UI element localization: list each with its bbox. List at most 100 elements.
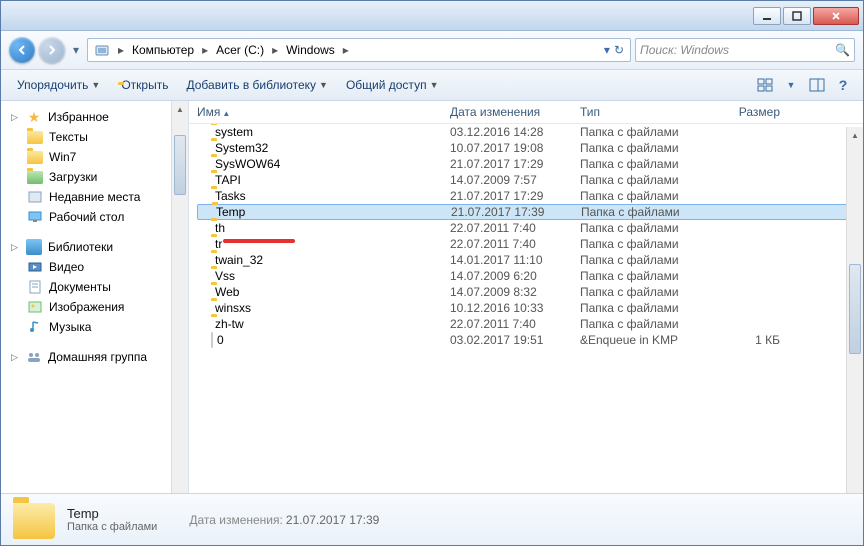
help-button[interactable]: ? [831, 74, 855, 96]
sidebar-item-win7[interactable]: Win7 [1, 147, 188, 167]
expand-icon: ▷ [9, 112, 20, 123]
view-options-button[interactable] [753, 74, 777, 96]
back-button[interactable] [9, 37, 35, 63]
music-icon [27, 319, 43, 335]
sidebar-item-music[interactable]: Музыка [1, 317, 188, 337]
file-row[interactable]: TAPI14.07.2009 7:57Папка с файлами [197, 172, 855, 188]
organize-button[interactable]: Упорядочить▼ [9, 74, 108, 96]
annotation-underline [223, 239, 295, 243]
file-name-cell: th [197, 221, 450, 235]
file-row[interactable]: Web14.07.2009 8:32Папка с файлами [197, 284, 855, 300]
scroll-up-icon[interactable]: ▲ [172, 101, 188, 118]
share-button[interactable]: Общий доступ▼ [338, 74, 447, 96]
scroll-up-icon[interactable]: ▲ [847, 127, 863, 144]
details-pane: Temp Папка с файлами Дата изменения: 21.… [1, 493, 863, 545]
file-row[interactable]: SysWOW6421.07.2017 17:29Папка с файлами [197, 156, 855, 172]
sidebar-item-desktop[interactable]: Рабочий стол [1, 207, 188, 227]
file-date-cell: 21.07.2017 17:29 [450, 157, 580, 171]
file-name-cell: TAPI [197, 173, 450, 187]
minimize-button[interactable] [753, 7, 781, 25]
main-scrollbar[interactable]: ▲ [846, 127, 863, 493]
sidebar-item-videos[interactable]: Видео [1, 257, 188, 277]
refresh-icon[interactable]: ↻ [614, 43, 624, 57]
file-row[interactable]: 003.02.2017 19:51&Enqueue in KMP1 КБ [197, 332, 855, 348]
scroll-thumb[interactable] [849, 264, 861, 354]
recent-icon [27, 189, 43, 205]
view-dropdown[interactable]: ▼ [779, 74, 803, 96]
file-row[interactable]: th22.07.2011 7:40Папка с файлами [197, 220, 855, 236]
file-name-cell: Tasks [197, 189, 450, 203]
file-icon [197, 333, 213, 347]
file-row[interactable]: Temp21.07.2017 17:39Папка с файлами [197, 204, 855, 220]
sidebar-item-pictures[interactable]: Изображения [1, 297, 188, 317]
details-subtitle: Папка с файлами [67, 521, 157, 533]
chevron-down-icon: ▼ [91, 80, 100, 90]
file-name-cell: Web [197, 285, 450, 299]
search-input[interactable]: Поиск: Windows 🔍 [635, 38, 855, 62]
breadcrumb-drive[interactable]: Acer (C:) [212, 39, 268, 61]
sidebar-item-documents[interactable]: Документы [1, 277, 188, 297]
address-dropdown-icon[interactable]: ▾ [604, 43, 610, 57]
folder-icon [197, 317, 211, 331]
address-bar[interactable]: ▸ Компьютер ▸ Acer (C:) ▸ Windows ▸ ▾ ↻ [87, 38, 631, 62]
folder-icon [197, 157, 211, 171]
folder-icon [197, 141, 211, 155]
file-name-cell: SysWOW64 [197, 157, 450, 171]
sidebar-scrollbar[interactable]: ▲ [171, 101, 188, 493]
scroll-thumb[interactable] [174, 135, 186, 195]
file-row[interactable]: twain_3214.01.2017 11:10Папка с файлами [197, 252, 855, 268]
file-row[interactable]: System3210.07.2017 19:08Папка с файлами [197, 140, 855, 156]
breadcrumb-root-icon[interactable] [90, 39, 114, 61]
history-dropdown[interactable]: ▾ [69, 41, 83, 59]
sidebar-item-downloads[interactable]: Загрузки [1, 167, 188, 187]
column-name[interactable]: Имя▲ [197, 105, 450, 119]
titlebar[interactable] [1, 1, 863, 31]
file-type-cell: Папка с файлами [580, 221, 710, 235]
file-type-cell: Папка с файлами [581, 205, 711, 219]
sidebar-item-recent[interactable]: Недавние места [1, 187, 188, 207]
forward-button[interactable] [39, 37, 65, 63]
libraries-icon [26, 239, 42, 255]
folder-icon [198, 205, 212, 219]
preview-pane-button[interactable] [805, 74, 829, 96]
sidebar-item-texts[interactable]: Тексты [1, 127, 188, 147]
file-list-pane: Имя▲ Дата изменения Тип Размер system03.… [189, 101, 863, 493]
search-icon: 🔍 [835, 43, 850, 57]
sidebar-favorites-header[interactable]: ▷★Избранное [1, 107, 188, 127]
file-type-cell: Папка с файлами [580, 253, 710, 267]
file-row[interactable]: system03.12.2016 14:28Папка с файлами [197, 124, 855, 140]
search-placeholder: Поиск: Windows [640, 43, 729, 57]
open-button[interactable]: Открыть [110, 74, 176, 96]
sidebar-homegroup-header[interactable]: ▷Домашняя группа [1, 347, 188, 367]
file-row[interactable]: Vss14.07.2009 6:20Папка с файлами [197, 268, 855, 284]
chevron-right-icon[interactable]: ▸ [339, 43, 353, 57]
column-type[interactable]: Тип [580, 105, 710, 119]
file-row[interactable]: Tasks21.07.2017 17:29Папка с файлами [197, 188, 855, 204]
file-type-cell: Папка с файлами [580, 269, 710, 283]
file-date-cell: 10.12.2016 10:33 [450, 301, 580, 315]
add-to-library-button[interactable]: Добавить в библиотеку▼ [178, 74, 335, 96]
maximize-button[interactable] [783, 7, 811, 25]
documents-icon [27, 279, 43, 295]
file-list: system03.12.2016 14:28Папка с файламиSys… [189, 124, 863, 493]
file-row[interactable]: winsxs10.12.2016 10:33Папка с файлами [197, 300, 855, 316]
file-row[interactable]: zh-tw22.07.2011 7:40Папка с файлами [197, 316, 855, 332]
breadcrumb-windows[interactable]: Windows [282, 39, 339, 61]
folder-icon [197, 253, 211, 267]
chevron-right-icon[interactable]: ▸ [114, 43, 128, 57]
expand-icon: ▷ [9, 352, 20, 363]
explorer-window: ▾ ▸ Компьютер ▸ Acer (C:) ▸ Windows ▸ ▾ … [0, 0, 864, 546]
column-date[interactable]: Дата изменения [450, 105, 580, 119]
file-date-cell: 22.07.2011 7:40 [450, 317, 580, 331]
folder-icon [27, 149, 43, 165]
column-size[interactable]: Размер [710, 105, 780, 119]
folder-icon [197, 237, 211, 251]
close-button[interactable] [813, 7, 859, 25]
breadcrumb-computer[interactable]: Компьютер [128, 39, 198, 61]
file-type-cell: Папка с файлами [580, 189, 710, 203]
sidebar-libraries-header[interactable]: ▷Библиотеки [1, 237, 188, 257]
chevron-right-icon[interactable]: ▸ [268, 43, 282, 57]
file-name-cell: System32 [197, 141, 450, 155]
file-row[interactable]: tr22.07.2011 7:40Папка с файлами [197, 236, 855, 252]
chevron-right-icon[interactable]: ▸ [198, 43, 212, 57]
